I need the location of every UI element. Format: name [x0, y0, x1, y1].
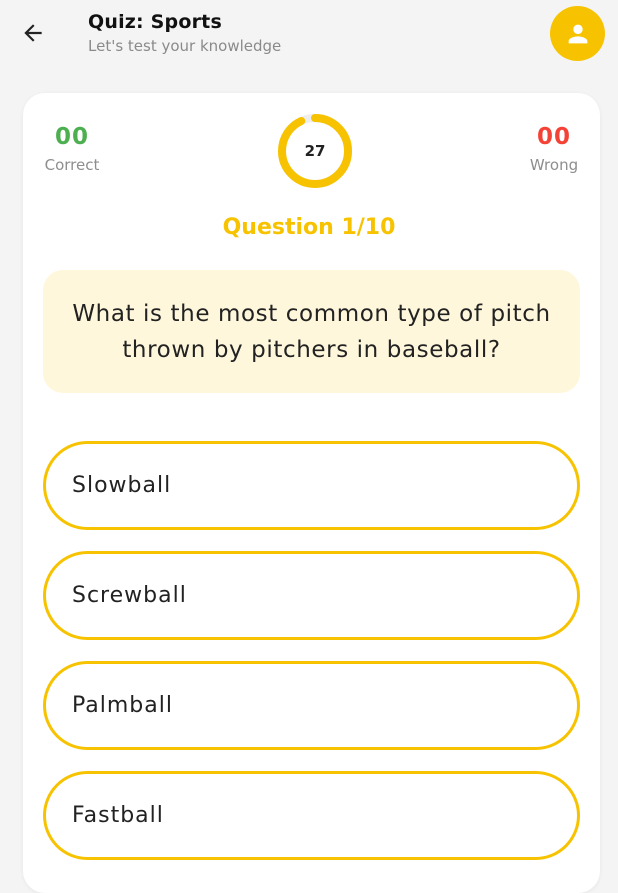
answer-option-1[interactable]: Slowball — [43, 441, 580, 530]
wrong-score: 00 Wrong — [509, 124, 599, 174]
answer-option-3[interactable]: Palmball — [43, 661, 580, 750]
timer-value: 27 — [304, 142, 326, 160]
wrong-label: Wrong — [529, 156, 579, 174]
answer-option-4[interactable]: Fastball — [43, 771, 580, 860]
page-subtitle: Let's test your knowledge — [88, 37, 282, 55]
correct-count: 00 — [54, 124, 89, 150]
page-title: Quiz: Sports — [88, 11, 222, 33]
correct-score: 00 Correct — [27, 124, 117, 174]
back-button[interactable] — [18, 18, 48, 48]
wrong-count: 00 — [536, 124, 571, 150]
question-text: What is the most common type of pitch th… — [43, 270, 580, 393]
answer-option-2[interactable]: Screwball — [43, 551, 580, 640]
arrow-left-icon — [24, 24, 42, 42]
profile-button[interactable] — [550, 6, 605, 61]
app-header: Quiz: Sports Let's test your knowledge — [0, 0, 618, 70]
person-icon — [568, 24, 587, 43]
correct-label: Correct — [44, 156, 100, 174]
countdown-timer: 27 — [277, 113, 353, 189]
question-counter: Question 1/10 — [222, 215, 396, 240]
